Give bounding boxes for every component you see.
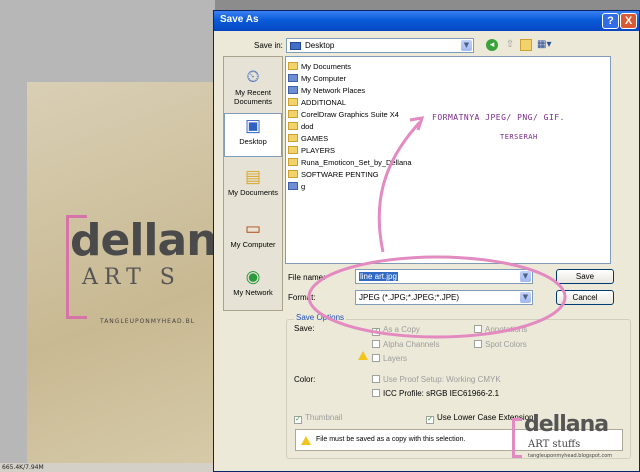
watermark-sub: ART stuffs	[528, 439, 581, 450]
annotation-text: FORMATNYA JPEG/ PNG/ GIF.	[432, 113, 565, 122]
watermark-tag: tangleuponmyhead.blogspot.com	[528, 453, 613, 459]
annotation-circle	[307, 255, 567, 339]
watermark-main: dellana	[524, 412, 609, 437]
annotation-arrow	[377, 120, 422, 253]
annotation-text-secondary: TERSERAH	[500, 133, 538, 141]
watermark-logo: dellana ART stuffs tangleuponmyhead.blog…	[512, 412, 630, 464]
watermark-bracket	[512, 418, 522, 458]
annotation-overlay	[307, 116, 567, 339]
